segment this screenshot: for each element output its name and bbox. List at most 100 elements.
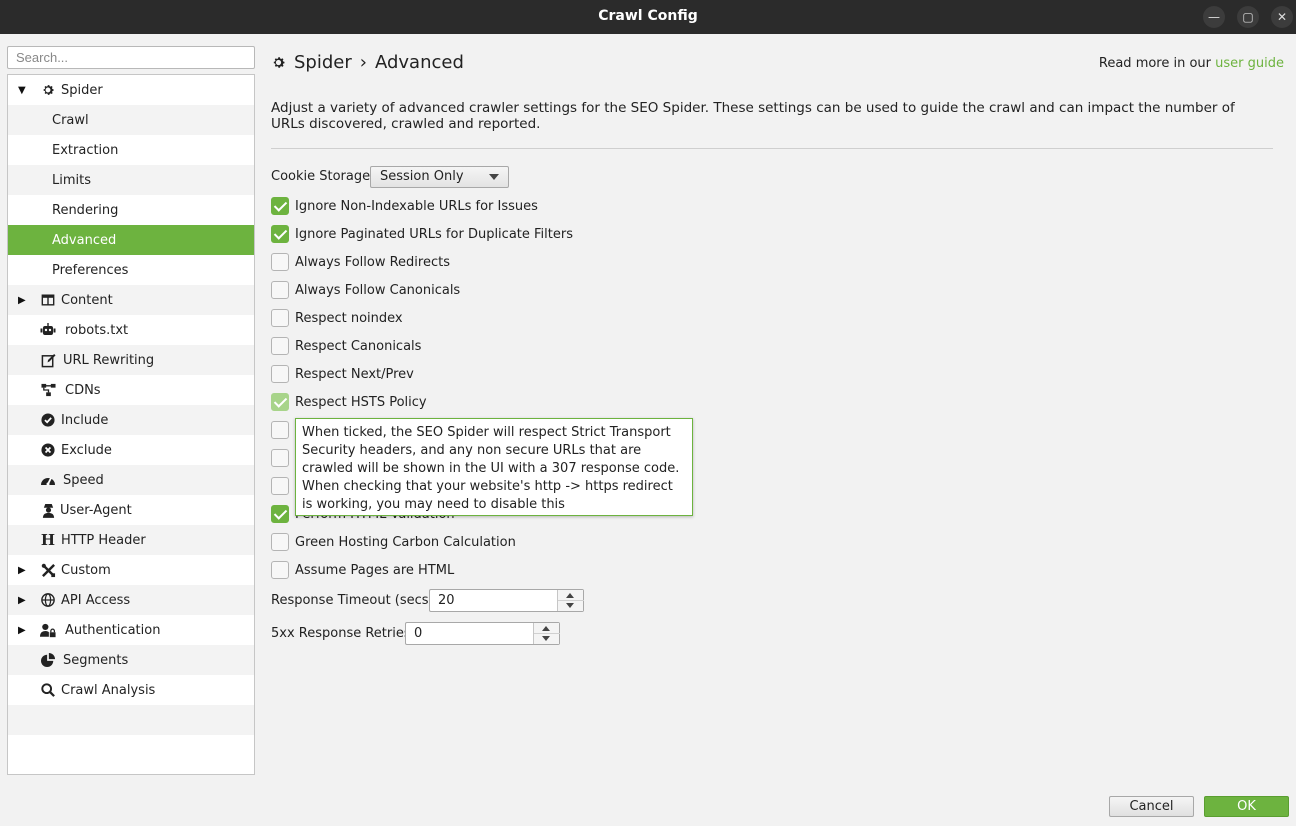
sidebar-item-spider[interactable]: ▼ Spider — [8, 75, 254, 105]
read-more-text: Read more in our — [1098, 56, 1212, 71]
respect-next-prev-checkbox[interactable]: Respect Next/Prev — [271, 364, 414, 384]
sidebar-item-url-rewriting[interactable]: URL Rewriting — [8, 345, 254, 375]
sidebar-item-label: Authentication — [65, 622, 161, 638]
read-more: Read more in our user guide — [1099, 56, 1284, 71]
sidebar-item-segments[interactable]: Segments — [8, 645, 254, 675]
sidebar-item-limits[interactable]: Limits — [8, 165, 254, 195]
sidebar-item-extraction[interactable]: Extraction — [8, 135, 254, 165]
checkbox[interactable] — [271, 393, 289, 411]
increment-icon[interactable] — [566, 593, 574, 598]
sidebar-item-label: Rendering — [52, 202, 119, 218]
sidebar-item-robots-txt[interactable]: robots.txt — [8, 315, 254, 345]
checkbox[interactable] — [271, 337, 289, 355]
assume-pages-html-checkbox[interactable]: Assume Pages are HTML — [271, 560, 454, 580]
collapsed-arrow-icon[interactable]: ▶ — [18, 295, 28, 306]
sidebar-item-label: CDNs — [65, 382, 101, 398]
sidebar-item-cdns[interactable]: CDNs — [8, 375, 254, 405]
collapsed-arrow-icon[interactable]: ▶ — [18, 565, 28, 576]
network-icon — [40, 382, 56, 398]
ok-button[interactable]: OK — [1204, 796, 1289, 817]
checkbox[interactable] — [271, 421, 289, 439]
checkbox[interactable] — [271, 309, 289, 327]
respect-hsts-checkbox[interactable]: Respect HSTS Policy — [271, 392, 427, 412]
settings-tree: ▼ Spider Crawl Extraction Limits Renderi… — [7, 74, 255, 775]
checkbox[interactable] — [271, 505, 289, 523]
description: Adjust a variety of advanced crawler set… — [271, 100, 1235, 132]
sidebar-item-include[interactable]: Include — [8, 405, 254, 435]
sidebar-item-custom[interactable]: ▶ Custom — [8, 555, 254, 585]
user-guide-link[interactable]: user guide — [1215, 56, 1284, 71]
green-hosting-checkbox[interactable]: Green Hosting Carbon Calculation — [271, 532, 516, 552]
decrement-icon[interactable] — [566, 603, 574, 608]
sidebar-item-label: Include — [61, 412, 109, 428]
respect-canonicals-checkbox[interactable]: Respect Canonicals — [271, 336, 421, 356]
ignore-non-indexable-checkbox[interactable]: Ignore Non-Indexable URLs for Issues — [271, 196, 538, 216]
minimize-icon[interactable]: — — [1203, 6, 1225, 28]
sidebar-item-label: Extraction — [52, 142, 119, 158]
sidebar-item-http-header[interactable]: H HTTP Header — [8, 525, 254, 555]
ignore-paginated-checkbox[interactable]: Ignore Paginated URLs for Duplicate Filt… — [271, 224, 573, 244]
sidebar-item-label: Crawl — [52, 112, 89, 128]
cancel-button[interactable]: Cancel — [1109, 796, 1194, 817]
checkbox-label: Respect Canonicals — [295, 338, 422, 354]
checkbox[interactable] — [271, 225, 289, 243]
checkbox[interactable] — [271, 561, 289, 579]
sidebar-item-advanced[interactable]: Advanced — [8, 225, 254, 255]
checkbox-label: Ignore Paginated URLs for Duplicate Filt… — [295, 226, 573, 242]
response-timeout-label: Response Timeout (secs) — [271, 593, 434, 608]
close-icon[interactable]: ✕ — [1271, 6, 1293, 28]
checkbox[interactable] — [271, 533, 289, 551]
cookie-storage-label: Cookie Storage — [271, 169, 371, 184]
stepper-buttons[interactable] — [533, 623, 560, 644]
sidebar-item-api-access[interactable]: ▶ API Access — [8, 585, 254, 615]
checkbox-label: Respect Next/Prev — [295, 366, 414, 382]
stepper-buttons[interactable] — [557, 590, 584, 611]
sidebar-item-label: HTTP Header — [61, 532, 146, 548]
hidden-option-checkbox[interactable] — [271, 420, 289, 440]
checkbox[interactable] — [271, 197, 289, 215]
user-secret-icon — [40, 502, 56, 518]
hsts-tooltip: When ticked, the SEO Spider will respect… — [295, 418, 693, 516]
sidebar-item-exclude[interactable]: Exclude — [8, 435, 254, 465]
divider — [271, 148, 1273, 149]
sidebar-item-preferences[interactable]: Preferences — [8, 255, 254, 285]
search-input[interactable] — [7, 46, 255, 69]
increment-icon[interactable] — [542, 626, 550, 631]
checkbox[interactable] — [271, 281, 289, 299]
decrement-icon[interactable] — [542, 636, 550, 641]
respect-noindex-checkbox[interactable]: Respect noindex — [271, 308, 403, 328]
collapsed-arrow-icon[interactable]: ▶ — [18, 595, 28, 606]
checkbox[interactable] — [271, 253, 289, 271]
retries-stepper[interactable]: 0 — [405, 622, 560, 645]
sidebar-item-crawl[interactable]: Crawl — [8, 105, 254, 135]
x-circle-icon — [40, 442, 56, 458]
checkbox-label: Always Follow Redirects — [295, 254, 450, 270]
always-follow-redirects-checkbox[interactable]: Always Follow Redirects — [271, 252, 450, 272]
sidebar-item-label: Custom — [61, 562, 111, 578]
sidebar-item-content[interactable]: ▶ Content — [8, 285, 254, 315]
hidden-option-checkbox[interactable] — [271, 448, 289, 468]
cookie-storage-value: Session Only — [380, 169, 464, 184]
checkbox[interactable] — [271, 477, 289, 495]
sidebar-item-label: Advanced — [52, 232, 117, 248]
cookie-storage-select[interactable]: Session Only — [370, 166, 509, 188]
response-timeout-stepper[interactable]: 20 — [429, 589, 584, 612]
checkbox[interactable] — [271, 449, 289, 467]
sidebar-item-rendering[interactable]: Rendering — [8, 195, 254, 225]
sidebar-item-user-agent[interactable]: User-Agent — [8, 495, 254, 525]
expanded-arrow-icon[interactable]: ▼ — [18, 85, 28, 96]
sidebar-item-label: Spider — [61, 82, 103, 98]
hidden-option-checkbox[interactable] — [271, 476, 289, 496]
maximize-icon[interactable]: ▢ — [1237, 6, 1259, 28]
sidebar-item-crawl-analysis[interactable]: Crawl Analysis — [8, 675, 254, 705]
sidebar-item-authentication[interactable]: ▶ Authentication — [8, 615, 254, 645]
window-title: Crawl Config — [598, 8, 698, 24]
sidebar-item-speed[interactable]: Speed — [8, 465, 254, 495]
gear-icon — [40, 82, 56, 98]
checkbox[interactable] — [271, 365, 289, 383]
pie-icon — [40, 652, 56, 668]
always-follow-canonicals-checkbox[interactable]: Always Follow Canonicals — [271, 280, 460, 300]
breadcrumb-current: Advanced — [374, 52, 464, 73]
checkbox-label: Ignore Non-Indexable URLs for Issues — [295, 198, 538, 214]
collapsed-arrow-icon[interactable]: ▶ — [18, 625, 28, 636]
